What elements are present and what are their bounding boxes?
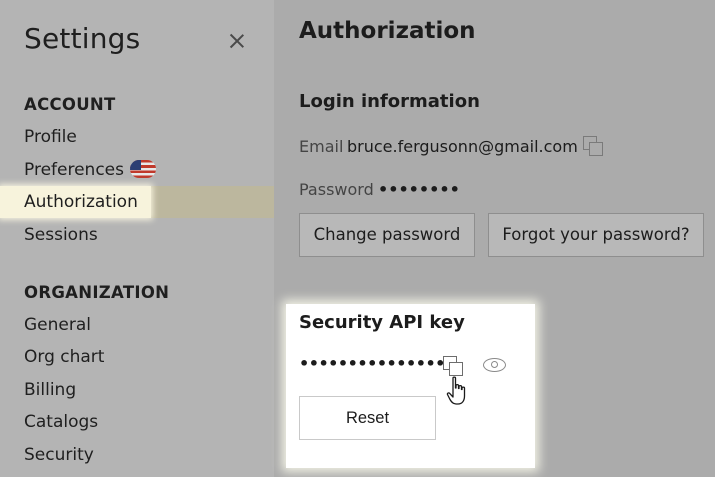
- sidebar-item-billing[interactable]: Billing: [24, 377, 76, 403]
- reset-api-key-button[interactable]: Reset: [299, 396, 436, 440]
- email-value: bruce.fergusonn@gmail.com: [347, 137, 578, 156]
- copy-api-key-icon[interactable]: [443, 356, 463, 376]
- sidebar-item-label: Authorization: [24, 192, 138, 212]
- sidebar-item-profile[interactable]: Profile: [24, 124, 77, 150]
- section-heading-account: ACCOUNT: [24, 95, 116, 114]
- forgot-password-button[interactable]: Forgot your password?: [488, 213, 704, 257]
- sidebar-item-org-chart[interactable]: Org chart: [24, 344, 104, 370]
- show-key-eye-icon[interactable]: [483, 358, 506, 372]
- sidebar-item-label: Security: [24, 445, 94, 465]
- hand-cursor-icon: [446, 376, 466, 405]
- page-title: Authorization: [299, 18, 476, 44]
- sidebar-item-security[interactable]: Security: [24, 442, 94, 468]
- sidebar-item-label: Billing: [24, 380, 77, 400]
- sidebar-item-preferences[interactable]: Preferences: [24, 157, 156, 183]
- us-flag-icon: [129, 160, 156, 178]
- sidebar-item-label: Org chart: [24, 347, 105, 367]
- email-label: Email: [299, 137, 344, 156]
- sidebar-item-label: Sessions: [24, 225, 98, 245]
- sidebar-item-label: Profile: [24, 127, 77, 147]
- api-key-masked-value: •••••••••••••••••: [299, 354, 465, 373]
- change-password-button[interactable]: Change password: [299, 213, 475, 257]
- security-api-key-card: Security API key ••••••••••••••••• Reset: [286, 304, 535, 468]
- sidebar-title: Settings: [24, 22, 141, 55]
- sidebar-item-general[interactable]: General: [24, 312, 91, 338]
- api-key-heading: Security API key: [299, 312, 465, 333]
- copy-email-icon[interactable]: [583, 136, 603, 156]
- password-value: ••••••••: [378, 180, 460, 199]
- sidebar-item-sessions[interactable]: Sessions: [24, 222, 98, 248]
- sidebar-item-catalogs[interactable]: Catalogs: [24, 409, 98, 435]
- sidebar-item-label: General: [24, 315, 91, 335]
- sidebar-item-label: Catalogs: [24, 412, 99, 432]
- section-heading-organization: ORGANIZATION: [24, 283, 170, 302]
- password-label: Password: [299, 180, 374, 199]
- login-info-heading: Login information: [299, 91, 480, 112]
- sidebar-item-label: Preferences: [24, 160, 124, 180]
- settings-sidebar: Settings ACCOUNT Profile Preferences Aut…: [0, 0, 274, 477]
- close-icon[interactable]: [226, 30, 248, 52]
- sidebar-item-authorization[interactable]: Authorization: [24, 189, 138, 215]
